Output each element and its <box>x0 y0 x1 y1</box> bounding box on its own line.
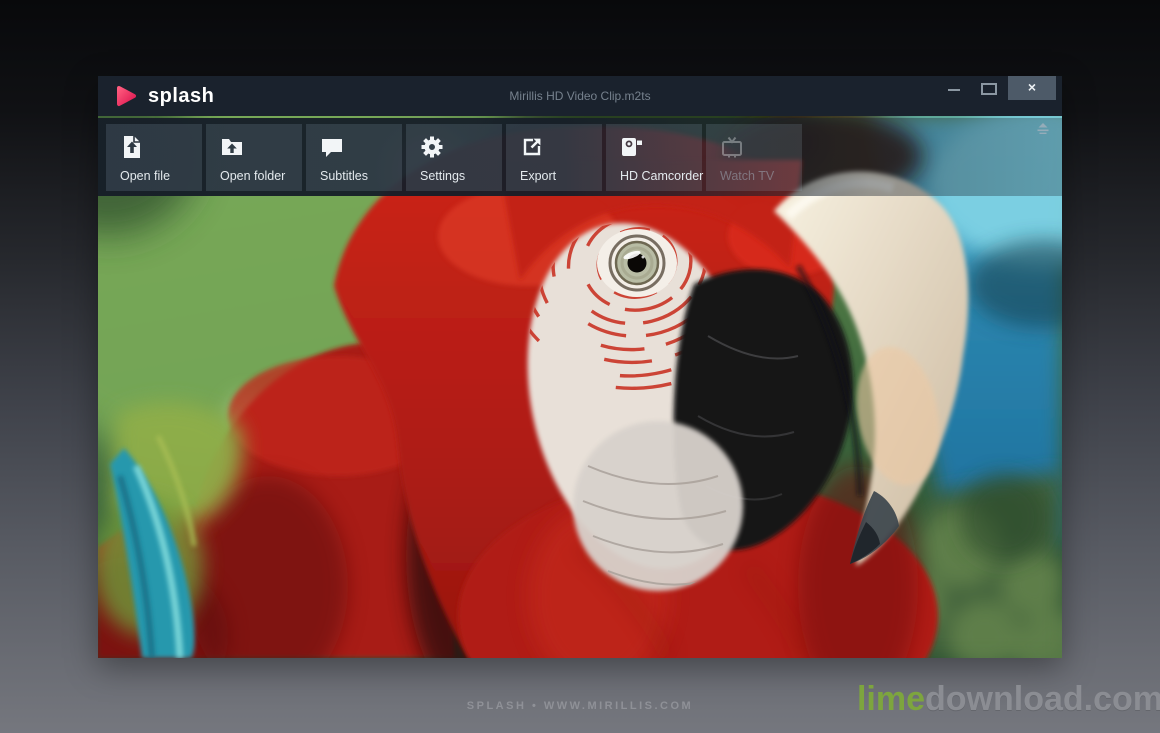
export-icon <box>520 134 544 160</box>
toolbar-button-subtitles[interactable]: Subtitles <box>306 124 402 191</box>
toolbar-button-label: Open file <box>120 169 170 183</box>
collapse-toolbar-icon[interactable] <box>1034 122 1052 136</box>
toolbar-button-watch-tv[interactable]: Watch TV <box>706 124 802 191</box>
toolbar-button-label: Export <box>520 169 556 183</box>
titlebar[interactable]: splash Mirillis HD Video Clip.m2ts × <box>98 76 1062 116</box>
subtitles-icon <box>320 134 344 160</box>
close-button[interactable]: × <box>1008 76 1056 100</box>
toolbar-button-label: Settings <box>420 169 465 183</box>
brand: splash <box>98 85 214 108</box>
brand-name: splash <box>148 85 214 108</box>
splash-player-window: splash Mirillis HD Video Clip.m2ts × <box>98 76 1062 658</box>
open-file-icon <box>120 134 144 160</box>
toolbar-button-open-folder[interactable]: Open folder <box>206 124 302 191</box>
toolbar-button-label: Watch TV <box>720 169 774 183</box>
window-title: Mirillis HD Video Clip.m2ts <box>98 89 1062 103</box>
toolbar-button-label: Subtitles <box>320 169 368 183</box>
watermark-lime: lime <box>857 680 925 718</box>
settings-icon <box>420 134 444 160</box>
watermark: limedownload.com <box>857 680 1160 719</box>
minimize-button[interactable] <box>940 76 968 100</box>
toolbar-button-export[interactable]: Export <box>506 124 602 191</box>
window-controls: × <box>940 76 1056 100</box>
splash-play-logo-icon <box>114 85 138 107</box>
video-area[interactable]: Open file Open folder Subtitles <box>98 116 1062 658</box>
hd-camcorder-icon <box>620 134 644 160</box>
toolbar-button-hd-camcorder[interactable]: HD Camcorder <box>606 124 702 191</box>
open-folder-icon <box>220 134 244 160</box>
toolbar-button-settings[interactable]: Settings <box>406 124 502 191</box>
watermark-rest: download.com <box>925 680 1160 718</box>
toolbar: Open file Open folder Subtitles <box>98 118 1062 196</box>
toolbar-button-open-file[interactable]: Open file <box>106 124 202 191</box>
toolbar-button-label: Open folder <box>220 169 285 183</box>
watch-tv-icon <box>720 134 744 160</box>
toolbar-button-label: HD Camcorder <box>620 169 703 183</box>
video-frame-parrot <box>98 116 1062 658</box>
maximize-button[interactable] <box>974 76 1002 100</box>
